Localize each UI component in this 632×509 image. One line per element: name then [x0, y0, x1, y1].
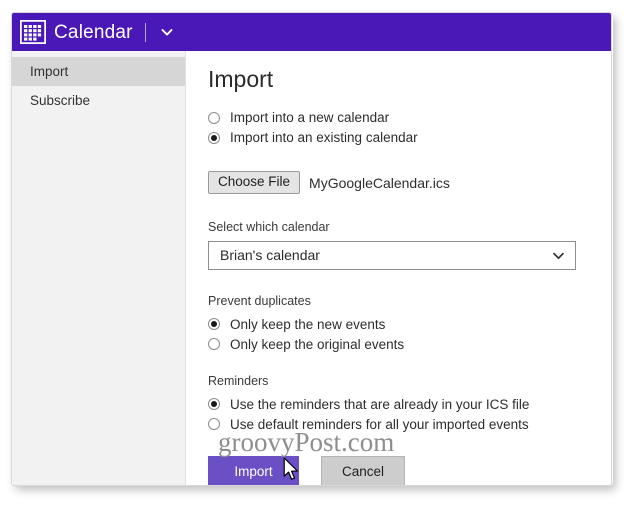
radio-default-reminders[interactable]: [208, 418, 220, 431]
reminders-group: Reminders Use the reminders that are alr…: [208, 374, 611, 434]
radio-existing-calendar[interactable]: [208, 131, 220, 144]
reminders-label: Reminders: [208, 373, 269, 388]
radio-row-ics-reminders[interactable]: Use the reminders that are already in yo…: [208, 395, 611, 414]
radio-label: Only keep the new events: [230, 316, 386, 332]
radio-label: Use the reminders that are already in yo…: [230, 396, 530, 412]
radio-row-keep-new-events[interactable]: Only keep the new events: [208, 315, 611, 334]
selected-file-name: MyGoogleCalendar.ics: [309, 174, 450, 191]
radio-ics-reminders[interactable]: [208, 398, 220, 411]
window-body: Import Subscribe Import Import into a ne…: [12, 51, 611, 485]
radio-row-existing-calendar[interactable]: Import into an existing calendar: [208, 128, 611, 147]
app-header: Calendar: [12, 13, 611, 51]
radio-keep-original-events[interactable]: [208, 338, 220, 351]
sidebar-item-subscribe[interactable]: Subscribe: [12, 86, 185, 115]
import-button[interactable]: Import: [208, 455, 299, 485]
calendar-select-label: Select which calendar: [208, 219, 330, 234]
radio-row-new-calendar[interactable]: Import into a new calendar: [208, 108, 611, 127]
import-target-group: Import into a new calendar Import into a…: [208, 108, 611, 147]
prevent-duplicates-group: Prevent duplicates Only keep the new eve…: [208, 294, 611, 354]
screenshot-root: Calendar Import Subscribe Import Import …: [0, 0, 632, 509]
chevron-down-icon: [553, 252, 564, 259]
file-chooser-row: Choose File MyGoogleCalendar.ics: [208, 171, 611, 194]
calendar-select-value: Brian's calendar: [220, 247, 320, 264]
radio-label: Only keep the original events: [230, 336, 405, 352]
sidebar-item-label: Subscribe: [30, 93, 91, 108]
radio-row-keep-original-events[interactable]: Only keep the original events: [208, 335, 611, 354]
radio-new-calendar[interactable]: [208, 111, 220, 124]
radio-label: Import into an existing calendar: [230, 130, 418, 146]
radio-keep-new-events[interactable]: [208, 318, 220, 331]
cancel-button[interactable]: Cancel: [321, 455, 405, 485]
sidebar-item-import[interactable]: Import: [12, 57, 185, 86]
radio-label: Import into a new calendar: [230, 110, 390, 126]
calendar-select-group: Select which calendar Brian's calendar: [208, 220, 611, 270]
sidebar-item-label: Import: [30, 64, 69, 79]
prevent-duplicates-label: Prevent duplicates: [208, 293, 311, 308]
radio-label: Use default reminders for all your impor…: [230, 416, 529, 432]
sidebar: Import Subscribe: [12, 51, 186, 485]
header-divider: [144, 22, 146, 42]
page-title: Import: [208, 66, 274, 92]
chevron-down-icon: [161, 29, 173, 36]
calendar-icon: [20, 20, 46, 44]
action-buttons: Import Cancel: [208, 455, 611, 485]
main-content: Import Import into a new calendar Import…: [186, 51, 611, 485]
app-title: Calendar: [54, 21, 133, 43]
app-switcher-button[interactable]: [157, 21, 177, 43]
radio-row-default-reminders[interactable]: Use default reminders for all your impor…: [208, 415, 611, 434]
calendar-import-window: Calendar Import Subscribe Import Import …: [11, 12, 612, 486]
calendar-select[interactable]: Brian's calendar: [208, 240, 576, 270]
choose-file-button[interactable]: Choose File: [208, 171, 301, 194]
